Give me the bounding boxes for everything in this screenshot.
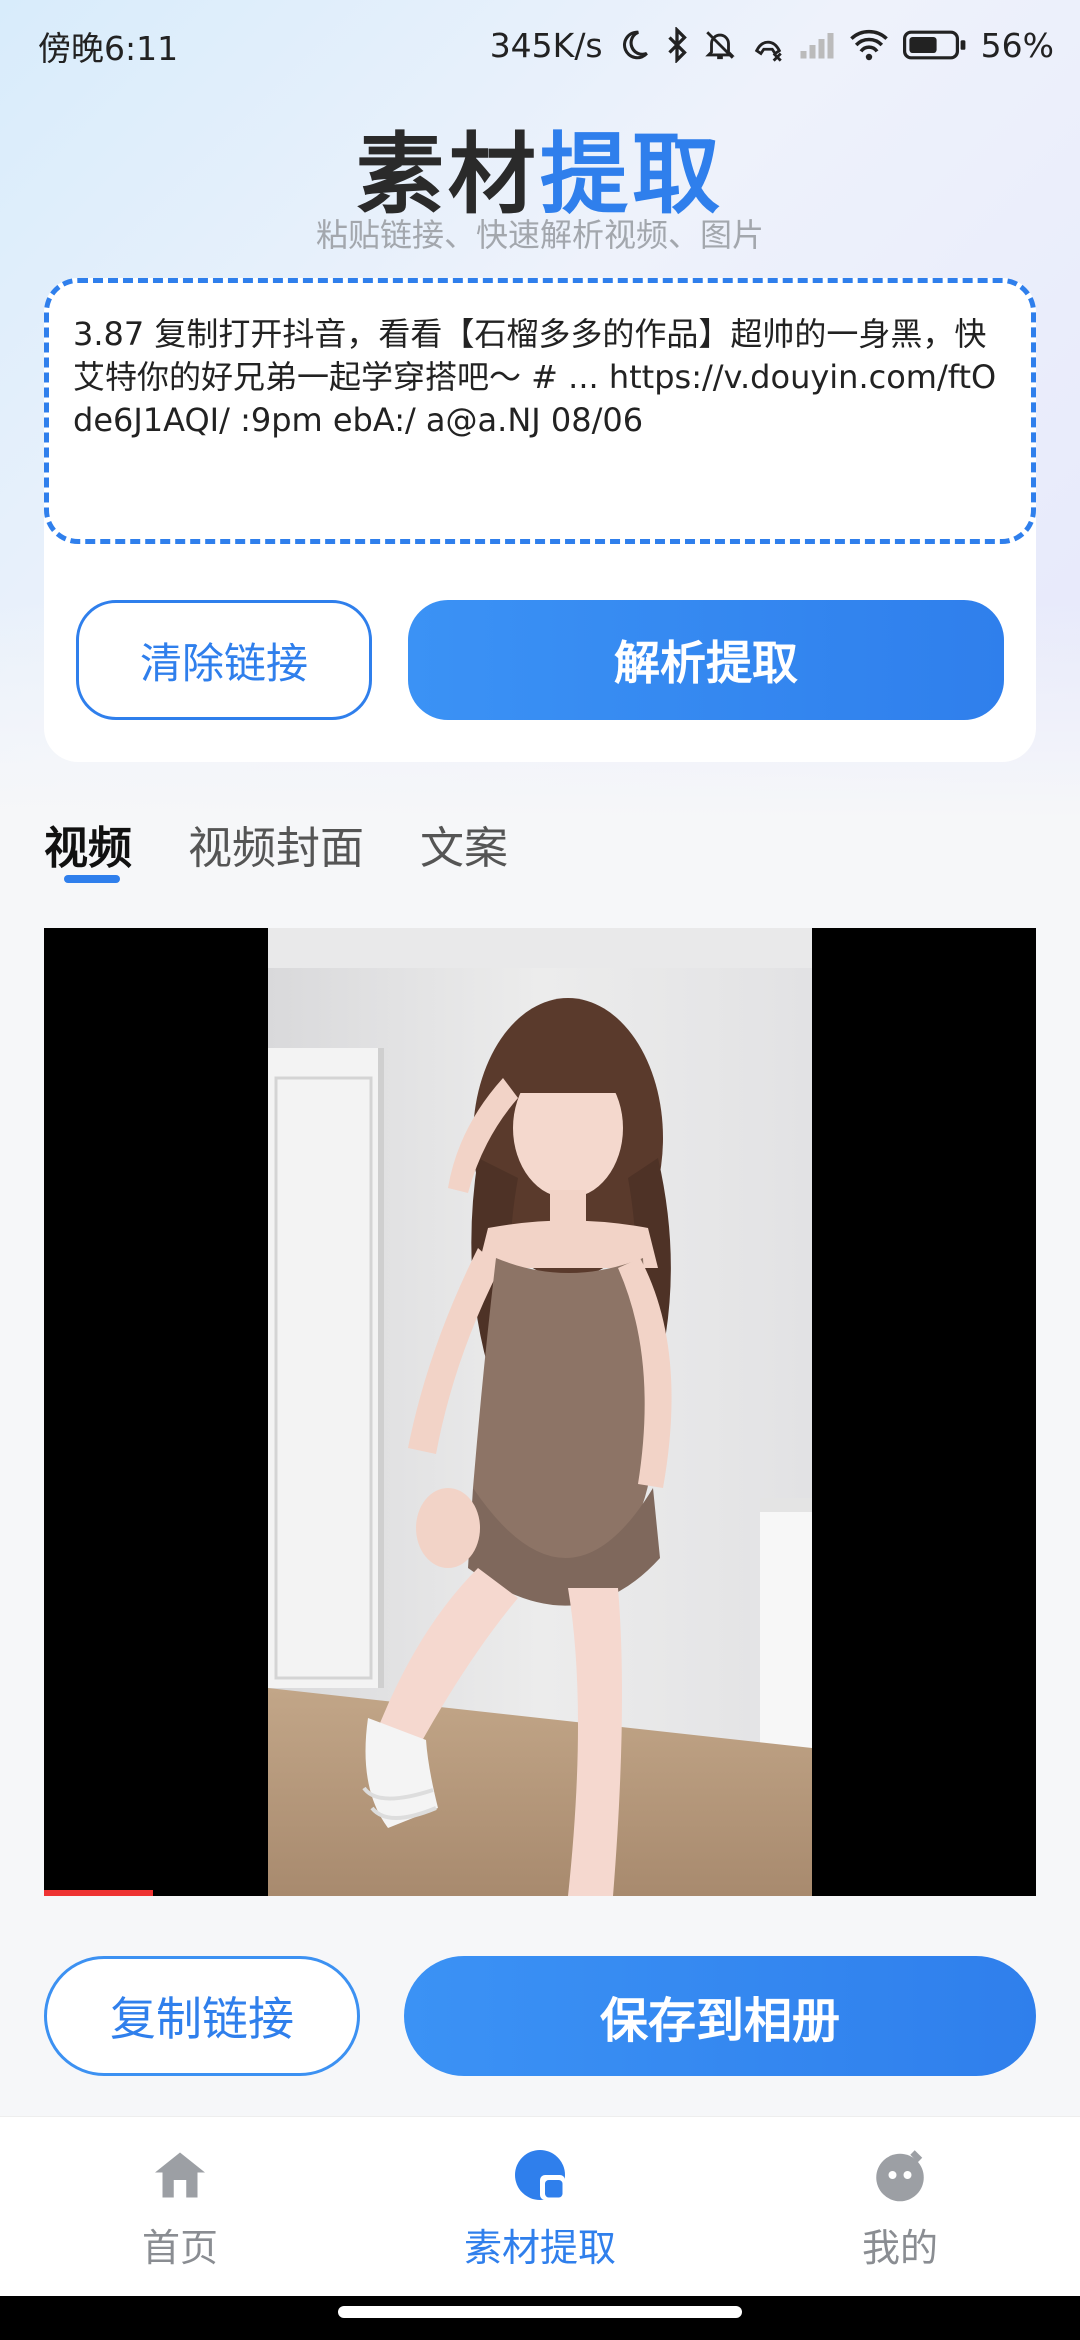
nav-label-profile: 我的 [861, 2226, 938, 2270]
home-indicator[interactable] [338, 2306, 742, 2318]
copy-link-button[interactable]: 复制链接 [44, 1956, 360, 2076]
clear-link-button[interactable]: 清除链接 [76, 600, 372, 720]
tab-copywriting[interactable]: 文案 [420, 812, 508, 882]
content-tabs: 视频 视频封面 文案 [44, 812, 508, 882]
link-input[interactable]: 3.87 复制打开抖音，看看【石榴多多的作品】超帅的一身黑，快艾特你的好兄弟一起… [44, 278, 1036, 544]
video-progress-bar[interactable] [44, 1890, 154, 1896]
link-input-card: 3.87 复制打开抖音，看看【石榴多多的作品】超帅的一身黑，快艾特你的好兄弟一起… [44, 278, 1036, 762]
battery-level: 56% [980, 25, 1054, 65]
wifi-icon [849, 29, 889, 61]
extract-icon [510, 2145, 570, 2205]
signal-icon [799, 30, 835, 60]
tab-indicator [64, 875, 120, 883]
battery-icon [902, 29, 967, 61]
status-icons: 345K/s 56% [490, 20, 1054, 70]
status-bar: 傍晚6:11 345K/s 56% [0, 0, 1080, 92]
call-off-icon [751, 28, 785, 62]
mute-bell-icon [703, 28, 737, 62]
tab-video[interactable]: 视频 [44, 812, 132, 882]
video-frame-image [268, 928, 812, 1896]
nav-item-profile[interactable]: 我的 [800, 2145, 1000, 2272]
moon-icon [617, 28, 651, 62]
page-subtitle: 粘贴链接、快速解析视频、图片 [315, 216, 764, 254]
profile-icon [870, 2145, 930, 2205]
bluetooth-icon [665, 27, 689, 63]
system-nav-area [0, 2296, 1080, 2340]
network-speed: 345K/s [489, 25, 603, 65]
home-icon [150, 2145, 210, 2205]
video-player[interactable] [44, 928, 1036, 1896]
nav-label-home: 首页 [141, 2226, 218, 2270]
tab-video-cover[interactable]: 视频封面 [188, 812, 364, 882]
save-to-album-button[interactable]: 保存到相册 [404, 1956, 1036, 2076]
nav-item-extract[interactable]: 素材提取 [440, 2145, 640, 2272]
parse-extract-button[interactable]: 解析提取 [408, 600, 1004, 720]
nav-label-extract: 素材提取 [463, 2226, 616, 2270]
video-frame [268, 928, 812, 1896]
nav-item-home[interactable]: 首页 [80, 2145, 280, 2272]
bottom-nav: 首页 素材提取 我的 [0, 2116, 1080, 2297]
status-time: 傍晚6:11 [38, 29, 179, 68]
